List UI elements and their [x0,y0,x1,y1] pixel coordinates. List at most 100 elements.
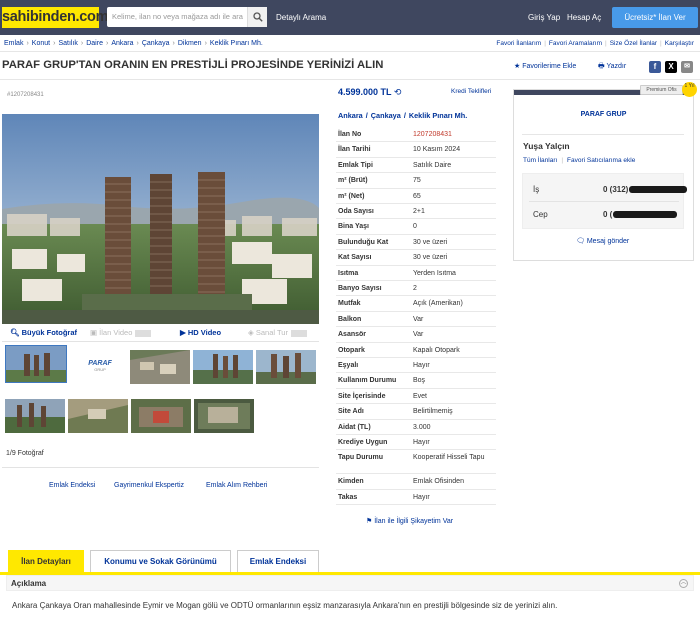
detail-row: İlan Tarihi 10 Kasım 2024 [336,142,496,158]
building-render-image [2,114,319,324]
paraf-logo-thumb: PARAF [88,360,112,367]
tab-ilan-detaylari[interactable]: İlan Detayları [8,550,84,572]
breadcrumb-item[interactable]: Dikmen [178,40,202,47]
mobile-phone-label: Cep [533,210,548,219]
detail-key: Asansör [338,331,367,339]
credit-offers-link[interactable]: Kredi Teklifleri [451,88,491,95]
work-phone-value[interactable]: 0 (312) [603,185,688,194]
virtual-tour-button: ◈ Sanal Tur [248,324,307,342]
mobile-phone-value[interactable]: 0 ( [603,210,678,219]
print-label: Yazdır [606,63,627,70]
favorite-link[interactable]: Size Özel İlanlar [610,40,657,47]
detail-key: m² (Net) [338,192,365,200]
detail-value: Var [413,315,424,323]
breadcrumb-item[interactable]: Konut [32,40,50,47]
detail-key: Kimden [338,478,364,486]
favorite-seller-link[interactable]: Favori Satıcılarıma ekle [567,157,635,164]
detail-key: m² (Brüt) [338,177,368,185]
detail-key: Bulunduğu Kat [338,238,389,246]
seller-links: Tüm İlanları | Favori Satıcılarıma ekle [523,157,636,164]
complain-link[interactable]: ⚑ İlan ile İlgili Şikayetim Var [366,517,453,525]
breadcrumb-item[interactable]: Emlak [4,40,23,47]
breadcrumb-item[interactable]: Keklik Pınarı Mh. [210,40,263,47]
hd-video-label: HD Video [187,328,222,337]
thumbnail-9[interactable] [194,399,254,433]
description-header: Açıklama ︿ [6,575,694,591]
top-bar: sahibinden.com Kelime, ilan no veya mağa… [0,0,700,35]
big-photo-button[interactable]: 🔍︎ Büyük Fotoğraf [10,324,77,342]
breadcrumb-separator: › [80,40,84,47]
main-photo[interactable] [2,114,319,324]
tab-konumu[interactable]: Konumu ve Sokak Görünümü [90,550,231,572]
detail-key: Takas [338,493,358,501]
search-box[interactable]: Kelime, ilan no veya mağaza adı ile ara [107,7,267,27]
detail-row: İlan No 1207208431 [336,127,496,143]
detail-key: Kat Sayısı [338,254,372,262]
breadcrumb-item[interactable]: Ankara [111,40,133,47]
link-separator: | [660,40,662,47]
detail-value: 2 [413,285,417,292]
collapse-icon[interactable]: ︿ [679,579,688,588]
breadcrumb-item[interactable]: Satılık [58,40,77,47]
location-district[interactable]: Çankaya [371,111,401,120]
description-title: Açıklama [11,579,47,588]
print-link[interactable]: 🖶 Yazdır [598,62,626,73]
detail-value: 3.000 [413,423,431,431]
search-button[interactable] [247,7,267,27]
thumbnail-8[interactable] [131,399,191,433]
thumbnail-2[interactable]: PARAF GRUP [70,349,130,383]
favorite-link[interactable]: Karşılaştır [665,40,694,47]
send-message-label: Mesaj gönder [586,238,630,245]
site-logo[interactable]: sahibinden.com [2,7,108,28]
emlak-endeksi-link[interactable]: Emlak Endeksi [49,482,95,489]
thumbnail-3[interactable] [130,350,190,384]
detail-key: Banyo Sayısı [338,285,382,292]
advanced-search-link[interactable]: Detaylı Arama [276,0,326,35]
detail-row: Emlak Tipi Satılık Daire [336,158,496,174]
detail-value: Emlak Ofisinden [413,478,464,486]
login-link[interactable]: Giriş Yap [528,0,560,35]
big-photo-label: Büyük Fotoğraf [21,328,78,337]
detail-row: Bina Yaşı 0 [336,219,496,235]
thumbnail-4[interactable] [193,350,253,384]
location-neighborhood[interactable]: Keklik Pınarı Mh. [409,111,467,120]
breadcrumb-separator: › [105,40,109,47]
thumbnail-7[interactable] [68,399,128,433]
detail-value: Açık (Amerikan) [413,300,463,308]
thumbnail-6[interactable] [5,399,65,433]
facebook-share-icon[interactable]: f [649,61,661,73]
favorite-link[interactable]: Favori Aramalarım [549,40,602,47]
tab-emlak-endeksi[interactable]: Emlak Endeksi [237,550,319,572]
gayrimenkul-ekspertiz-link[interactable]: Gayrimenkul Ekspertiz [114,482,184,489]
breadcrumb: Emlak › Konut › Satılık › Daire › Ankara › Çankaya… [4,35,265,52]
location-city[interactable]: Ankara [338,111,363,120]
search-input[interactable]: Kelime, ilan no veya mağaza adı ile ara [112,7,243,27]
detail-key: Site Adı [338,408,364,416]
send-message-link[interactable]: 🗨︎ Mesaj gönder [576,237,629,245]
breadcrumb-item[interactable]: Çankaya [142,40,170,47]
detail-value: 0 [413,223,417,231]
seller-firm-name[interactable]: PARAF GRUP [513,111,694,118]
price-history-icon[interactable]: ⟲ [394,87,402,97]
hd-video-button[interactable]: ▶ HD Video [180,324,221,342]
email-share-icon[interactable]: ✉ [681,61,693,73]
register-link[interactable]: Hesap Aç [567,0,601,35]
favorite-link[interactable]: Favori İlanlarım [496,40,541,47]
post-ad-button[interactable]: Ücretsiz* İlan Ver [612,7,698,28]
magnifier-icon: 🔍︎ [10,328,22,337]
thumbnail-5[interactable] [256,350,316,384]
detail-row: Aidat (TL) 3.000 [336,420,496,435]
detail-value: Hayır [413,439,430,446]
add-favorites-link[interactable]: ★ Favorilerime Ekle [514,62,576,70]
all-ads-link[interactable]: Tüm İlanları [523,157,557,164]
x-share-icon[interactable]: X [665,61,677,73]
detail-value: Kooperatif Hisseli Tapu [413,454,485,462]
detail-row: Kullanım Durumu Boş [336,373,496,389]
emlak-alim-rehberi-link[interactable]: Emlak Alım Rehberi [206,482,267,489]
thumbnail-1[interactable] [5,345,67,383]
seller-name: Yuşa Yalçın [523,141,570,151]
breadcrumb-item[interactable]: Daire [86,40,103,47]
detail-key: Oda Sayısı [338,208,374,215]
detail-value: Var [413,331,424,339]
detail-key: İlan Tarihi [338,146,371,154]
